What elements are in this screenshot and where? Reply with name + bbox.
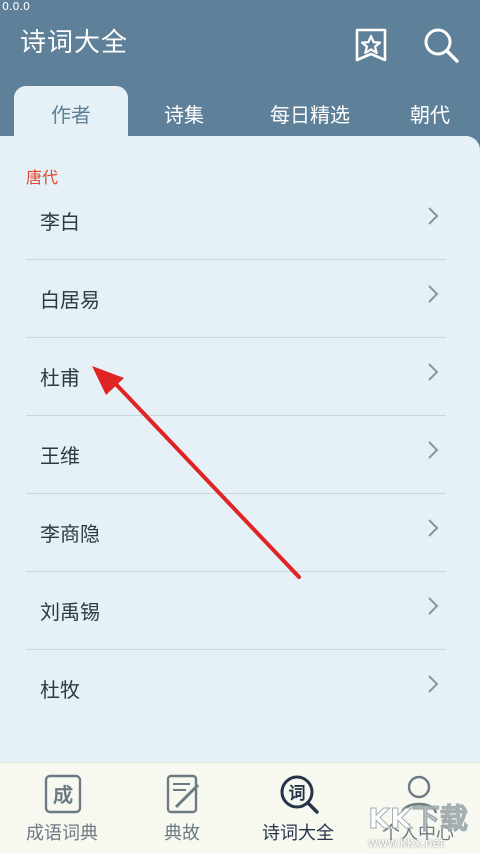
svg-text:KK下载: KK下载	[368, 802, 467, 835]
nav-label: 典故	[164, 823, 200, 844]
favorite-button[interactable]	[352, 26, 390, 64]
author-row[interactable]: 李商隐	[26, 494, 446, 572]
page-title: 诗词大全	[20, 28, 129, 58]
tab-daily-picks[interactable]: 每日精选	[240, 86, 380, 138]
nav-allusions[interactable]: 典故	[122, 763, 242, 854]
chevron-right-icon	[428, 363, 439, 381]
tab-collections[interactable]: 诗集	[128, 86, 240, 138]
search-button[interactable]	[422, 26, 460, 64]
author-row[interactable]: 刘禹锡	[26, 572, 446, 650]
author-name: 李商隐	[40, 522, 100, 546]
chevron-right-icon	[428, 285, 439, 303]
chevron-right-icon	[428, 597, 439, 615]
author-name: 刘禹锡	[40, 600, 100, 624]
author-row[interactable]: 王维	[26, 416, 446, 494]
author-row[interactable]: 李白	[26, 182, 446, 260]
poetry-search-icon: 词	[280, 775, 319, 814]
star-bookmark-icon	[355, 28, 387, 62]
author-list: 李白 白居易 杜甫 王维 李商隐 刘禹锡 杜牧	[26, 182, 446, 727]
author-name: 杜甫	[40, 366, 80, 390]
idiom-book-icon: 成	[44, 774, 82, 814]
search-icon	[424, 28, 459, 63]
tab-bar: 作者 诗集 每日精选 朝代	[0, 86, 480, 138]
svg-text:词: 词	[289, 784, 306, 804]
status-text: 0.0.0	[2, 0, 30, 13]
nav-poetry[interactable]: 词 诗词大全	[238, 763, 358, 854]
nav-label: 成语词典	[26, 823, 98, 844]
author-row[interactable]: 白居易	[26, 260, 446, 338]
tab-dynasty[interactable]: 朝代	[380, 86, 480, 138]
document-pen-icon	[166, 774, 200, 814]
author-row[interactable]: 杜牧	[26, 650, 446, 727]
watermark-url: www.kkx.net	[368, 836, 445, 850]
author-name: 杜牧	[40, 678, 80, 702]
svg-text:成: 成	[53, 783, 73, 807]
author-name: 白居易	[40, 288, 100, 312]
chevron-right-icon	[428, 675, 439, 693]
tab-author[interactable]: 作者	[14, 86, 128, 138]
chevron-right-icon	[428, 441, 439, 459]
chevron-right-icon	[428, 519, 439, 537]
nav-idiom-dictionary[interactable]: 成 成语词典	[2, 763, 122, 854]
author-name: 王维	[40, 444, 80, 468]
author-name: 李白	[40, 210, 80, 234]
chevron-right-icon	[428, 207, 439, 225]
author-row[interactable]: 杜甫	[26, 338, 446, 416]
nav-label: 诗词大全	[262, 823, 334, 844]
